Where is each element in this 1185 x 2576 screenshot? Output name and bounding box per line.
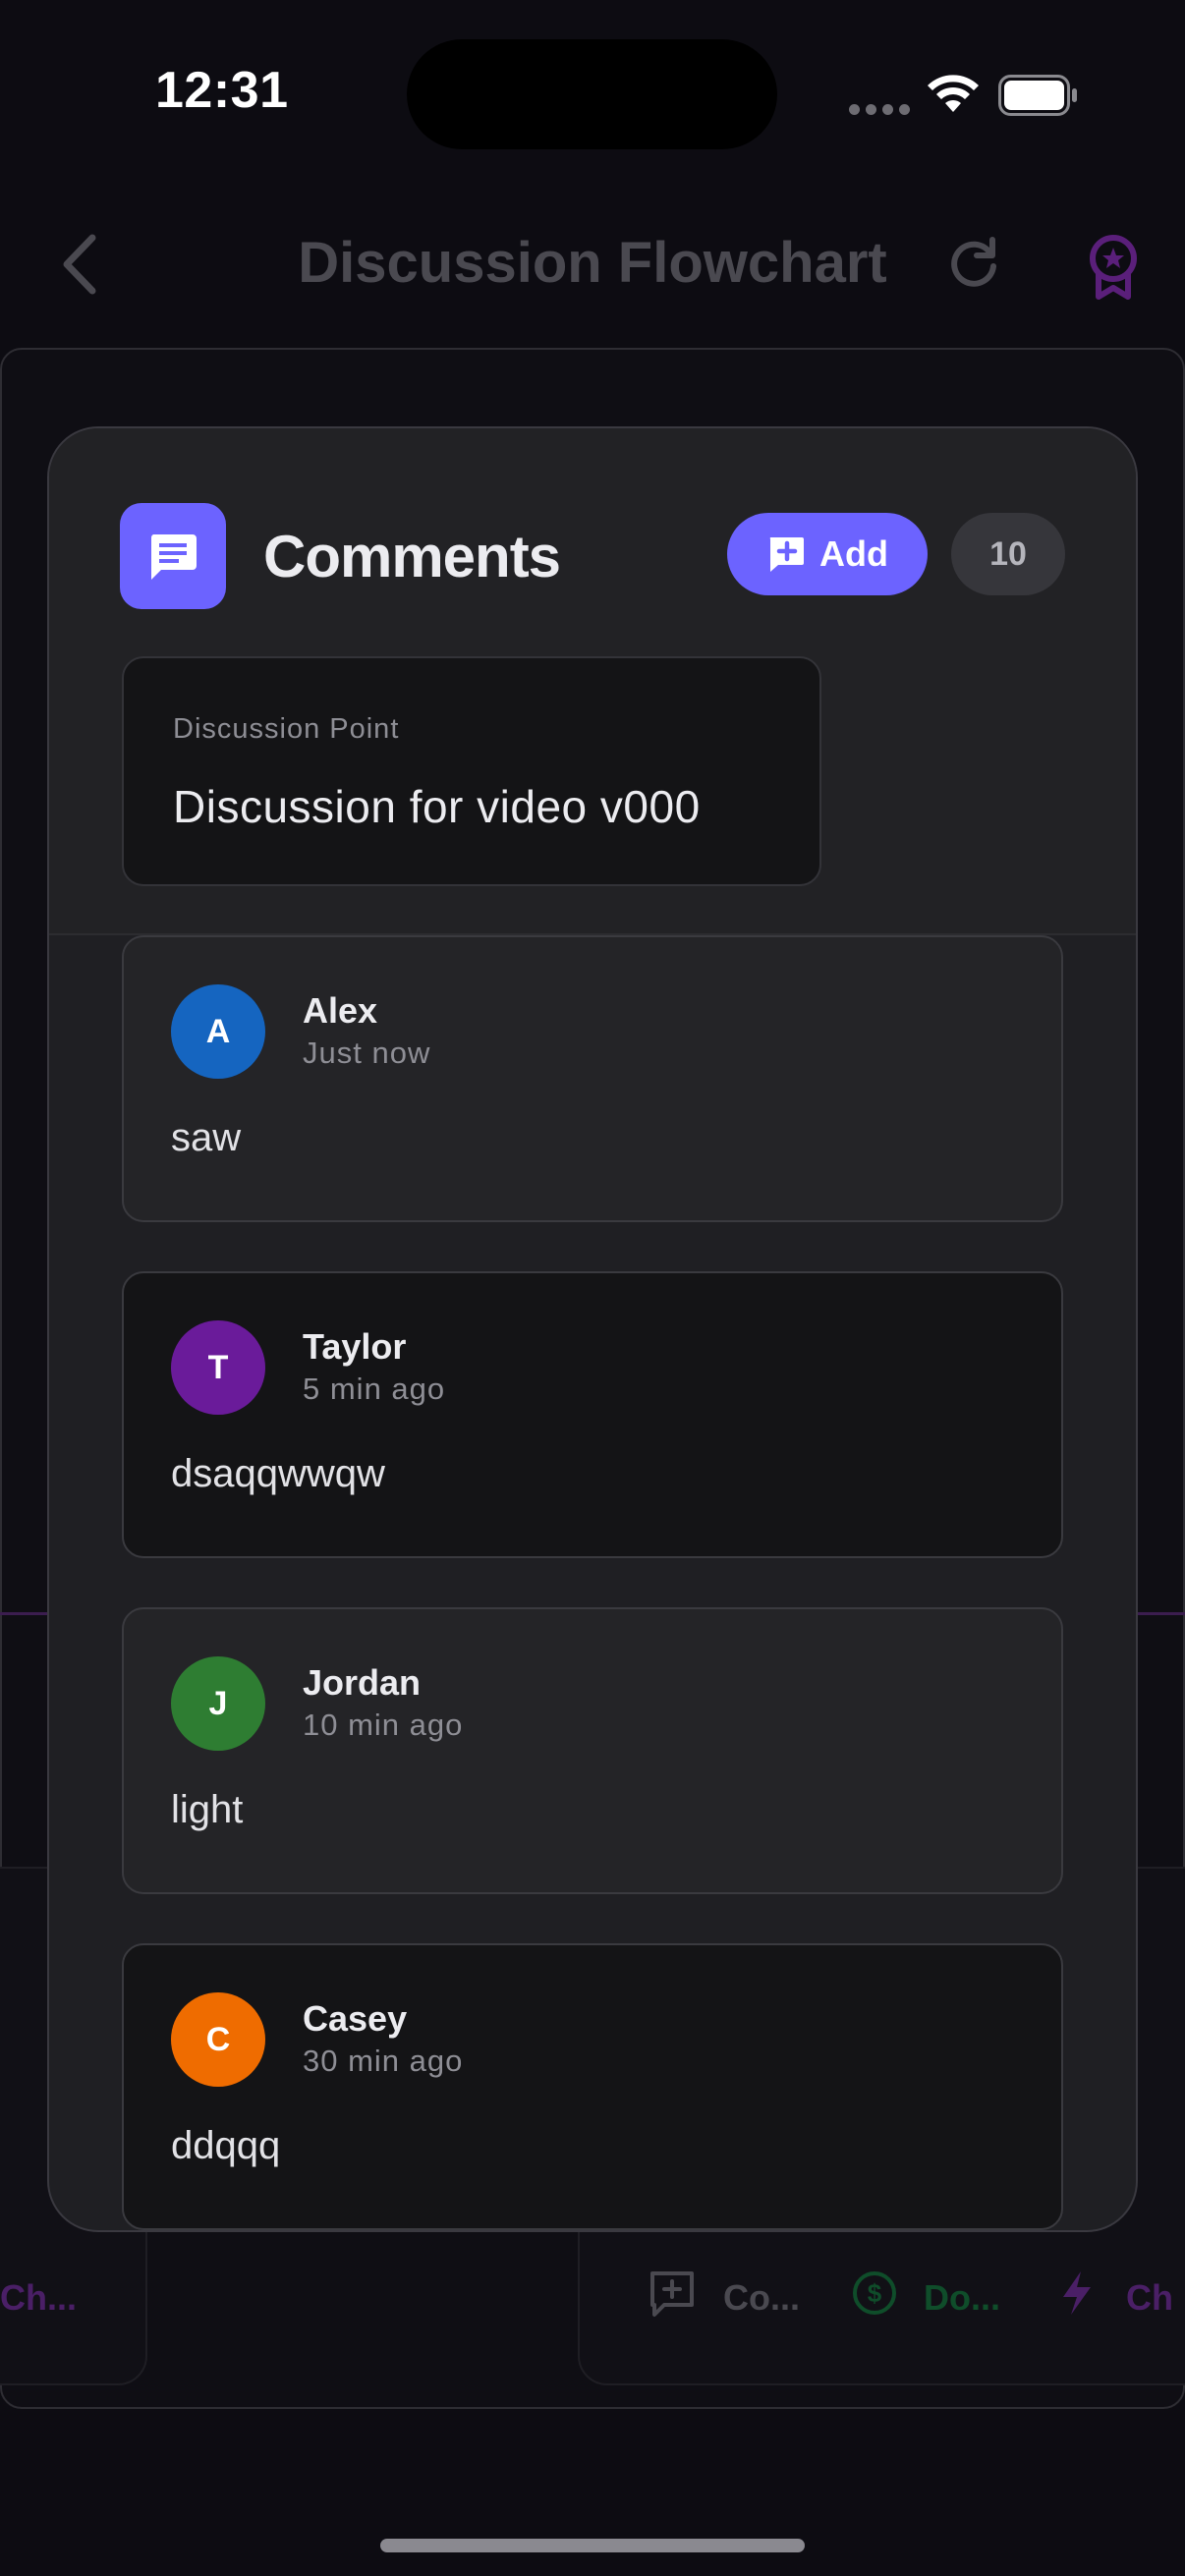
discussion-point-title: Discussion for video v000 — [173, 781, 701, 832]
comment-text: saw — [171, 1116, 242, 1159]
comment-card[interactable]: C Casey 30 min ago ddqqq — [122, 1943, 1063, 2230]
page-title: Discussion Flowchart — [298, 231, 887, 295]
refresh-icon[interactable] — [945, 234, 1002, 296]
comment-icon — [120, 503, 226, 609]
comment-add-icon[interactable] — [649, 2269, 696, 2324]
bg-chip-left-label: Ch... — [0, 2277, 77, 2318]
add-button-label: Add — [819, 533, 888, 574]
dollar-icon[interactable]: $ — [851, 2269, 898, 2322]
modal-header: Comments Add 10 Discussion Point Discuss… — [49, 428, 1136, 935]
wifi-icon — [925, 73, 982, 119]
bg-chip-charge-label: Ch — [1126, 2277, 1173, 2318]
comment-text: ddqqq — [171, 2124, 281, 2167]
bg-chip-comment-label: Co... — [723, 2277, 800, 2318]
comment-card[interactable]: T Taylor 5 min ago dsaqqwwqw — [122, 1271, 1063, 1558]
bg-chip-donate-label: Do... — [924, 2277, 1000, 2318]
battery-icon — [998, 75, 1079, 121]
status-time: 12:31 — [155, 62, 289, 119]
comment-author: Alex — [303, 990, 378, 1031]
comments-modal: Comments Add 10 Discussion Point Discuss… — [47, 426, 1138, 2232]
comment-author: Jordan — [303, 1662, 422, 1703]
dynamic-island — [407, 39, 777, 149]
comment-text: light — [171, 1788, 244, 1831]
comment-count-badge: 10 — [951, 513, 1065, 595]
modal-title: Comments — [263, 524, 561, 589]
avatar: A — [171, 984, 265, 1079]
cellular-signal-icon — [849, 104, 910, 115]
comment-card[interactable]: J Jordan 10 min ago light — [122, 1607, 1063, 1894]
comment-author: Casey — [303, 1998, 408, 2039]
home-indicator[interactable] — [380, 2539, 805, 2552]
comment-card[interactable]: A Alex Just now saw — [122, 935, 1063, 1222]
screen: 12:31 Discussion Flowchart Ch... Co... $… — [0, 0, 1185, 2576]
avatar: T — [171, 1320, 265, 1415]
avatar: J — [171, 1656, 265, 1751]
add-comment-icon — [769, 537, 804, 572]
bolt-icon[interactable] — [1059, 2269, 1095, 2322]
comment-timestamp: Just now — [303, 1036, 431, 1070]
svg-text:$: $ — [868, 2278, 882, 2308]
comment-author: Taylor — [303, 1326, 407, 1367]
comment-timestamp: 10 min ago — [303, 1708, 464, 1742]
avatar: C — [171, 1992, 265, 2087]
discussion-point-label: Discussion Point — [173, 713, 400, 745]
discussion-point-card: Discussion Point Discussion for video v0… — [122, 656, 821, 886]
comment-timestamp: 5 min ago — [303, 1372, 446, 1406]
award-badge-icon[interactable] — [1085, 234, 1142, 306]
comment-timestamp: 30 min ago — [303, 2044, 464, 2078]
comment-text: dsaqqwwqw — [171, 1452, 385, 1495]
add-comment-button[interactable]: Add — [727, 513, 928, 595]
